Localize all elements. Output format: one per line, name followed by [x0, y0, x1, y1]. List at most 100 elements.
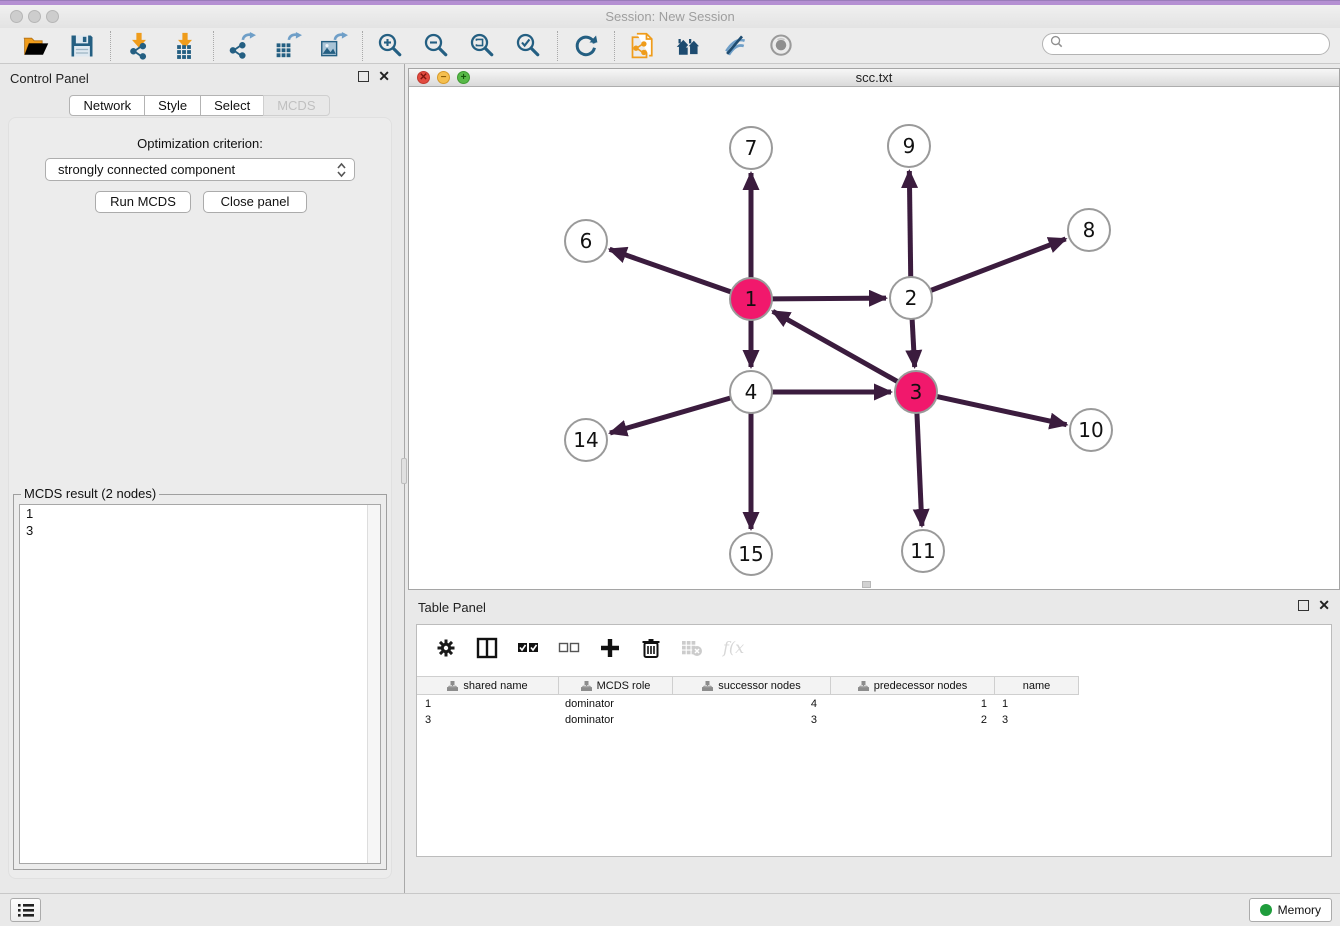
graph-edge-2-8[interactable] [931, 239, 1066, 291]
svg-text:11: 11 [910, 539, 935, 563]
svg-text:10: 10 [1078, 418, 1103, 442]
settings-icon[interactable] [434, 636, 458, 660]
search-input[interactable] [1067, 35, 1329, 53]
cell-shared-name[interactable]: 3 [417, 712, 559, 728]
close-window-button[interactable] [10, 10, 23, 23]
cell-successor-nodes[interactable]: 3 [673, 712, 831, 728]
graph-node-6[interactable]: 6 [565, 220, 607, 262]
export-table-icon[interactable] [273, 31, 303, 61]
graph-node-1[interactable]: 1 [730, 278, 772, 320]
delete-columns-icon[interactable] [639, 636, 663, 660]
cell-successor-nodes[interactable]: 4 [673, 696, 831, 712]
graph-node-11[interactable]: 11 [902, 530, 944, 572]
graph-node-8[interactable]: 8 [1068, 209, 1110, 251]
apply-layout-icon[interactable] [571, 31, 601, 61]
graph-edge-1-2[interactable] [772, 298, 886, 299]
cell-MCDS-role[interactable]: dominator [559, 712, 673, 728]
canvas-splitter-grip[interactable] [862, 581, 871, 588]
zoom-fit-icon[interactable] [468, 31, 498, 61]
graphics-details-icon[interactable] [720, 31, 750, 61]
close-panel-icon[interactable]: ✕ [378, 71, 390, 82]
svg-text:f(x): f(x) [722, 638, 744, 657]
search-icon [1050, 35, 1063, 53]
open-session-icon[interactable] [21, 31, 51, 61]
task-history-button[interactable] [10, 898, 41, 922]
zoom-selected-icon[interactable] [514, 31, 544, 61]
graph-node-15[interactable]: 15 [730, 533, 772, 575]
export-image-icon[interactable] [319, 31, 349, 61]
svg-text:8: 8 [1083, 218, 1096, 242]
cell-name[interactable]: 1 [995, 696, 1079, 712]
graph-node-7[interactable]: 7 [730, 127, 772, 169]
graph-node-3[interactable]: 3 [895, 371, 937, 413]
column-label: MCDS role [597, 680, 651, 692]
mcds-result-textarea[interactable]: 13 [19, 504, 381, 864]
zoom-window-button[interactable] [46, 10, 59, 23]
eye-icon[interactable] [766, 31, 796, 61]
graph-edge-2-3[interactable] [912, 319, 915, 367]
result-scrollbar[interactable] [367, 505, 380, 863]
export-network-icon[interactable] [227, 31, 257, 61]
float-table-panel-icon[interactable] [1298, 600, 1309, 611]
column-header-predecessor-nodes[interactable]: predecessor nodes [831, 676, 995, 695]
column-header-successor-nodes[interactable]: successor nodes [673, 676, 831, 695]
tab-style[interactable]: Style [144, 95, 201, 116]
svg-text:15: 15 [738, 542, 763, 566]
maximize-view-icon[interactable]: + [457, 71, 470, 84]
optimization-criterion-label: Optimization criterion: [9, 136, 391, 151]
graph-node-10[interactable]: 10 [1070, 409, 1112, 451]
select-all-columns-icon[interactable] [516, 636, 540, 660]
column-header-shared-name[interactable]: shared name [417, 676, 559, 695]
tab-network[interactable]: Network [69, 95, 145, 116]
vertical-splitter[interactable] [400, 64, 408, 893]
float-panel-icon[interactable] [358, 71, 369, 82]
cell-predecessor-nodes[interactable]: 1 [831, 696, 995, 712]
home-icon[interactable] [674, 31, 704, 61]
column-label: predecessor nodes [874, 680, 968, 692]
network-canvas[interactable]: 7 9 6 8 1 2 4 3 14 10 15 11 [409, 88, 1339, 589]
deselect-all-columns-icon[interactable] [557, 636, 581, 660]
zoom-out-icon[interactable] [422, 31, 452, 61]
mcds-result-title: MCDS result (2 nodes) [21, 486, 159, 501]
graph-node-14[interactable]: 14 [565, 419, 607, 461]
zoom-in-icon[interactable] [376, 31, 406, 61]
optimization-criterion-dropdown[interactable]: strongly connected component [45, 158, 355, 181]
show-columns-icon[interactable] [475, 636, 499, 660]
graph-edge-1-6[interactable] [610, 249, 732, 292]
graph-edge-3-11[interactable] [917, 413, 922, 526]
svg-text:14: 14 [573, 428, 598, 452]
graph-edge-3-1[interactable] [773, 311, 898, 381]
new-network-file-icon[interactable] [628, 31, 658, 61]
column-header-MCDS-role[interactable]: MCDS role [559, 676, 673, 695]
node-table: f(x) shared name MCDS role successor nodes… [416, 624, 1332, 857]
cell-name[interactable]: 3 [995, 712, 1079, 728]
memory-button[interactable]: Memory [1249, 898, 1332, 922]
create-column-icon[interactable] [598, 636, 622, 660]
graph-node-9[interactable]: 9 [888, 125, 930, 167]
cell-shared-name[interactable]: 1 [417, 696, 559, 712]
close-panel-button[interactable]: Close panel [203, 191, 307, 213]
minimize-view-icon[interactable]: − [437, 71, 450, 84]
table-panel: Table Panel ✕ f(x) shared nameMCDS roles… [408, 593, 1340, 893]
minimize-window-button[interactable] [28, 10, 41, 23]
import-network-icon[interactable] [124, 31, 154, 61]
cell-MCDS-role[interactable]: dominator [559, 696, 673, 712]
graph-edge-4-14[interactable] [610, 398, 731, 433]
import-table-icon[interactable] [170, 31, 200, 61]
graph-edge-2-9[interactable] [909, 171, 910, 277]
column-header-name[interactable]: name [995, 676, 1079, 695]
graph-node-2[interactable]: 2 [890, 277, 932, 319]
save-session-icon[interactable] [67, 31, 97, 61]
close-table-panel-icon[interactable]: ✕ [1318, 600, 1330, 611]
cell-predecessor-nodes[interactable]: 2 [831, 712, 995, 728]
graph-node-4[interactable]: 4 [730, 371, 772, 413]
tab-mcds[interactable]: MCDS [263, 95, 329, 116]
tab-select[interactable]: Select [200, 95, 264, 116]
search-box[interactable] [1042, 33, 1330, 55]
graph-edge-3-10[interactable] [937, 396, 1067, 424]
run-mcds-button[interactable]: Run MCDS [95, 191, 191, 213]
network-window-titlebar[interactable]: ✕ − + scc.txt [409, 69, 1339, 87]
splitter-grip[interactable] [401, 458, 407, 484]
table-column-header: shared name MCDS role successor nodes prede… [417, 676, 1331, 695]
close-view-icon[interactable]: ✕ [417, 71, 430, 84]
